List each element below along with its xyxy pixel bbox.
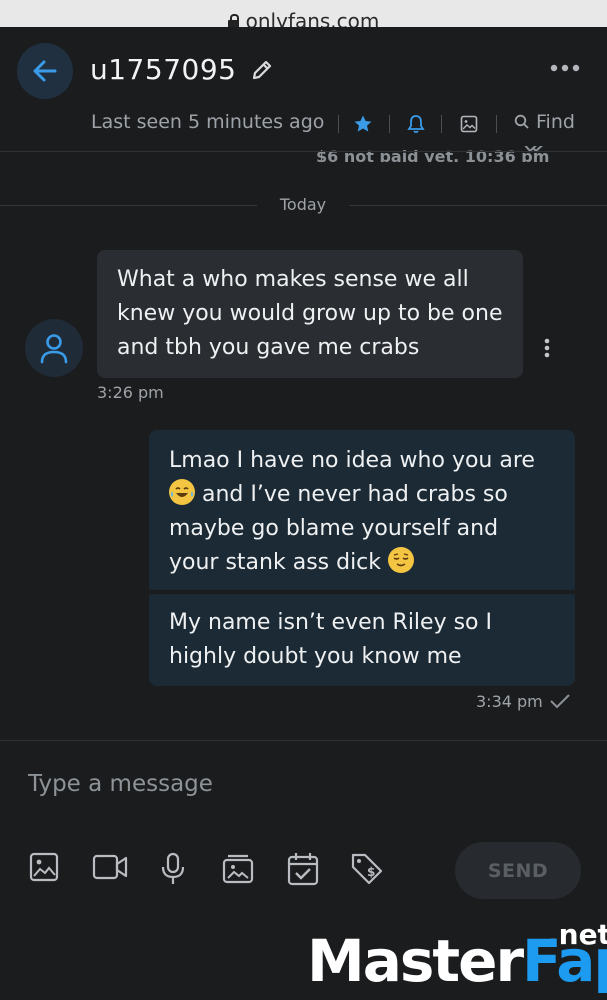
message-timestamp: 3:26 pm [97,383,164,402]
incoming-message-bubble[interactable]: What a who makes sense we all knew you w… [97,250,523,378]
message-input[interactable] [28,768,448,800]
watermark-brand-b: Fap [522,927,607,995]
image-icon[interactable] [29,852,59,882]
composer-border [0,740,607,741]
date-divider-line-right [349,205,607,206]
lock-icon [227,13,239,27]
watermark-brand-a: Master [307,927,524,995]
chat-header: u1757095 Last seen 5 minutes ago Find [0,27,607,151]
watermark-logo: MasterFap [307,928,607,994]
contact-avatar[interactable] [25,319,83,377]
previous-message-status: $6 not paid yet, 10:36 pm [316,147,550,162]
date-divider-line-left [0,205,257,206]
browser-url-bar[interactable]: onlyfans.com [0,0,607,27]
price-tag-icon[interactable]: $ [350,852,384,886]
find-button[interactable]: Find [514,111,575,133]
media-gallery-icon[interactable] [460,115,478,133]
message-options-icon[interactable] [544,338,550,358]
divider [338,115,339,133]
star-icon[interactable] [353,114,373,134]
relieved-face-emoji-icon [388,547,415,573]
search-icon [514,114,529,129]
header-border [0,151,607,152]
outgoing-message-bubble[interactable]: My name isn’t even Riley so I highly dou… [149,594,575,686]
last-seen-status: Last seen 5 minutes ago [91,111,325,133]
tears-of-joy-emoji-icon [169,479,195,505]
check-icon [550,694,570,709]
send-button[interactable]: SEND [455,842,581,899]
message-line: your stank ass dick [169,550,382,575]
message-timestamp: 3:34 pm [476,692,543,711]
bell-icon[interactable] [407,114,425,134]
vault-icon[interactable] [222,852,254,884]
more-options-icon[interactable] [550,63,580,73]
date-divider-label: Today [279,195,327,214]
chat-username[interactable]: u1757095 [90,53,236,86]
divider [441,115,442,133]
message-line: maybe go blame yourself and [169,516,499,541]
chat-subheader: Last seen 5 minutes ago Find [0,109,607,139]
user-icon [40,334,68,364]
video-icon[interactable] [92,852,128,882]
divider [496,115,497,133]
pencil-icon[interactable] [250,58,274,82]
outgoing-message-bubble[interactable]: Lmao I have no idea who you are and I’ve… [149,430,575,590]
divider [389,115,390,133]
arrow-left-icon [33,60,57,82]
message-line: Lmao I have no idea who you are [169,448,535,473]
svg-text:$: $ [367,865,375,879]
url-text: onlyfans.com [245,9,380,27]
microphone-icon[interactable] [160,852,186,886]
message-line: and I’ve never had crabs so [202,482,508,507]
back-button[interactable] [17,43,73,99]
find-label: Find [536,111,575,133]
schedule-icon[interactable] [287,852,319,886]
